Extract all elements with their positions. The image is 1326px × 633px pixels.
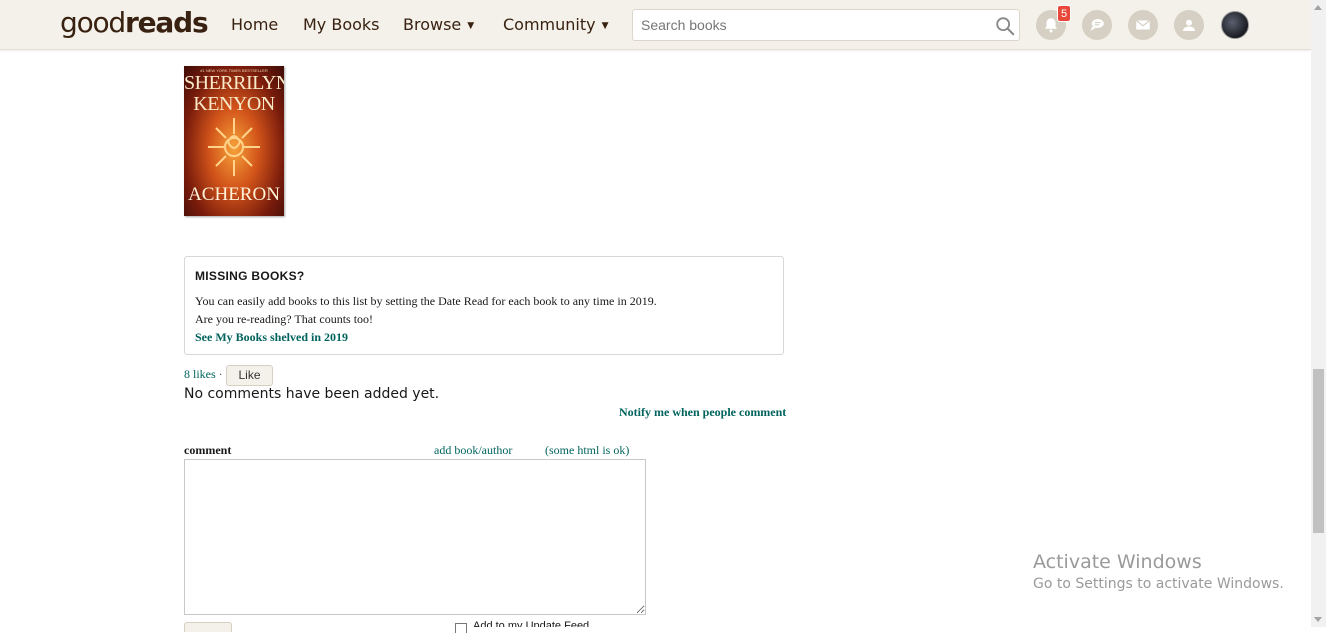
comment-label: comment [184, 443, 232, 457]
search-input[interactable] [633, 10, 973, 40]
chat-bubbles-icon [1090, 19, 1104, 31]
top-navigation-bar: goodreads Home My Books Browse ▼ Communit… [0, 0, 1311, 50]
missing-books-text-1: You can easily add books to this list by… [195, 294, 657, 308]
search-icon[interactable] [994, 15, 1016, 37]
comment-textarea[interactable] [184, 459, 646, 615]
missing-books-box: MISSING BOOKS? You can easily add books … [184, 256, 784, 355]
cover-sun-emblem-icon [208, 118, 260, 176]
likes-count: 8 likes · [184, 367, 223, 382]
search-box [632, 9, 1020, 41]
notifications-badge: 5 [1057, 5, 1072, 22]
missing-books-text-2: Are you re-reading? That counts too! [195, 312, 374, 326]
discussions-button[interactable] [1082, 10, 1112, 40]
nav-home[interactable]: Home [231, 15, 278, 34]
html-ok-link[interactable]: (some html is ok) [545, 443, 629, 458]
cover-author-line1: SHERRILYN [184, 72, 284, 94]
update-feed-label: Add to my Update Feed [473, 620, 590, 627]
user-avatar[interactable] [1221, 11, 1249, 39]
caret-down-icon: ▼ [601, 21, 609, 31]
scrollbar-thumb[interactable] [1313, 369, 1324, 533]
vertical-scrollbar[interactable] [1311, 0, 1326, 627]
update-feed-checkbox[interactable] [455, 623, 467, 633]
like-button[interactable]: Like [226, 365, 273, 386]
watermark-title: Activate Windows [1033, 551, 1202, 573]
notify-comments-link[interactable]: Notify me when people comment [619, 405, 786, 420]
nav-my-books[interactable]: My Books [303, 15, 380, 34]
see-my-books-link[interactable]: See My Books shelved in 2019 [195, 330, 348, 344]
goodreads-logo[interactable]: goodreads [60, 6, 209, 39]
watermark-subtitle: Go to Settings to activate Windows. [1033, 576, 1284, 592]
no-comments-text: No comments have been added yet. [184, 386, 440, 402]
caret-down-icon: ▼ [467, 21, 475, 31]
people-icon [1183, 19, 1195, 31]
likes-count-link[interactable]: 8 likes [184, 367, 216, 381]
cover-title: ACHERON [188, 184, 280, 205]
likes-separator: · [218, 367, 223, 381]
envelope-icon [1135, 20, 1151, 30]
book-cover-acheron[interactable]: #1 NEW YORK TIMES BESTSELLER SHERRILYN K… [184, 66, 284, 216]
add-book-author-link[interactable]: add book/author [434, 443, 512, 458]
scroll-down-arrow-icon[interactable] [1314, 617, 1322, 622]
missing-books-heading: MISSING BOOKS? [195, 269, 305, 283]
cover-author-line2: KENYON [193, 93, 275, 115]
scroll-up-arrow-icon[interactable] [1314, 5, 1322, 10]
post-comment-button[interactable] [184, 622, 232, 632]
windows-activation-watermark: Activate Windows Go to Settings to activ… [1033, 551, 1284, 592]
messages-button[interactable] [1128, 10, 1158, 40]
friends-button[interactable] [1174, 10, 1204, 40]
nav-browse[interactable]: Browse ▼ [403, 15, 474, 34]
nav-community[interactable]: Community ▼ [503, 15, 609, 34]
